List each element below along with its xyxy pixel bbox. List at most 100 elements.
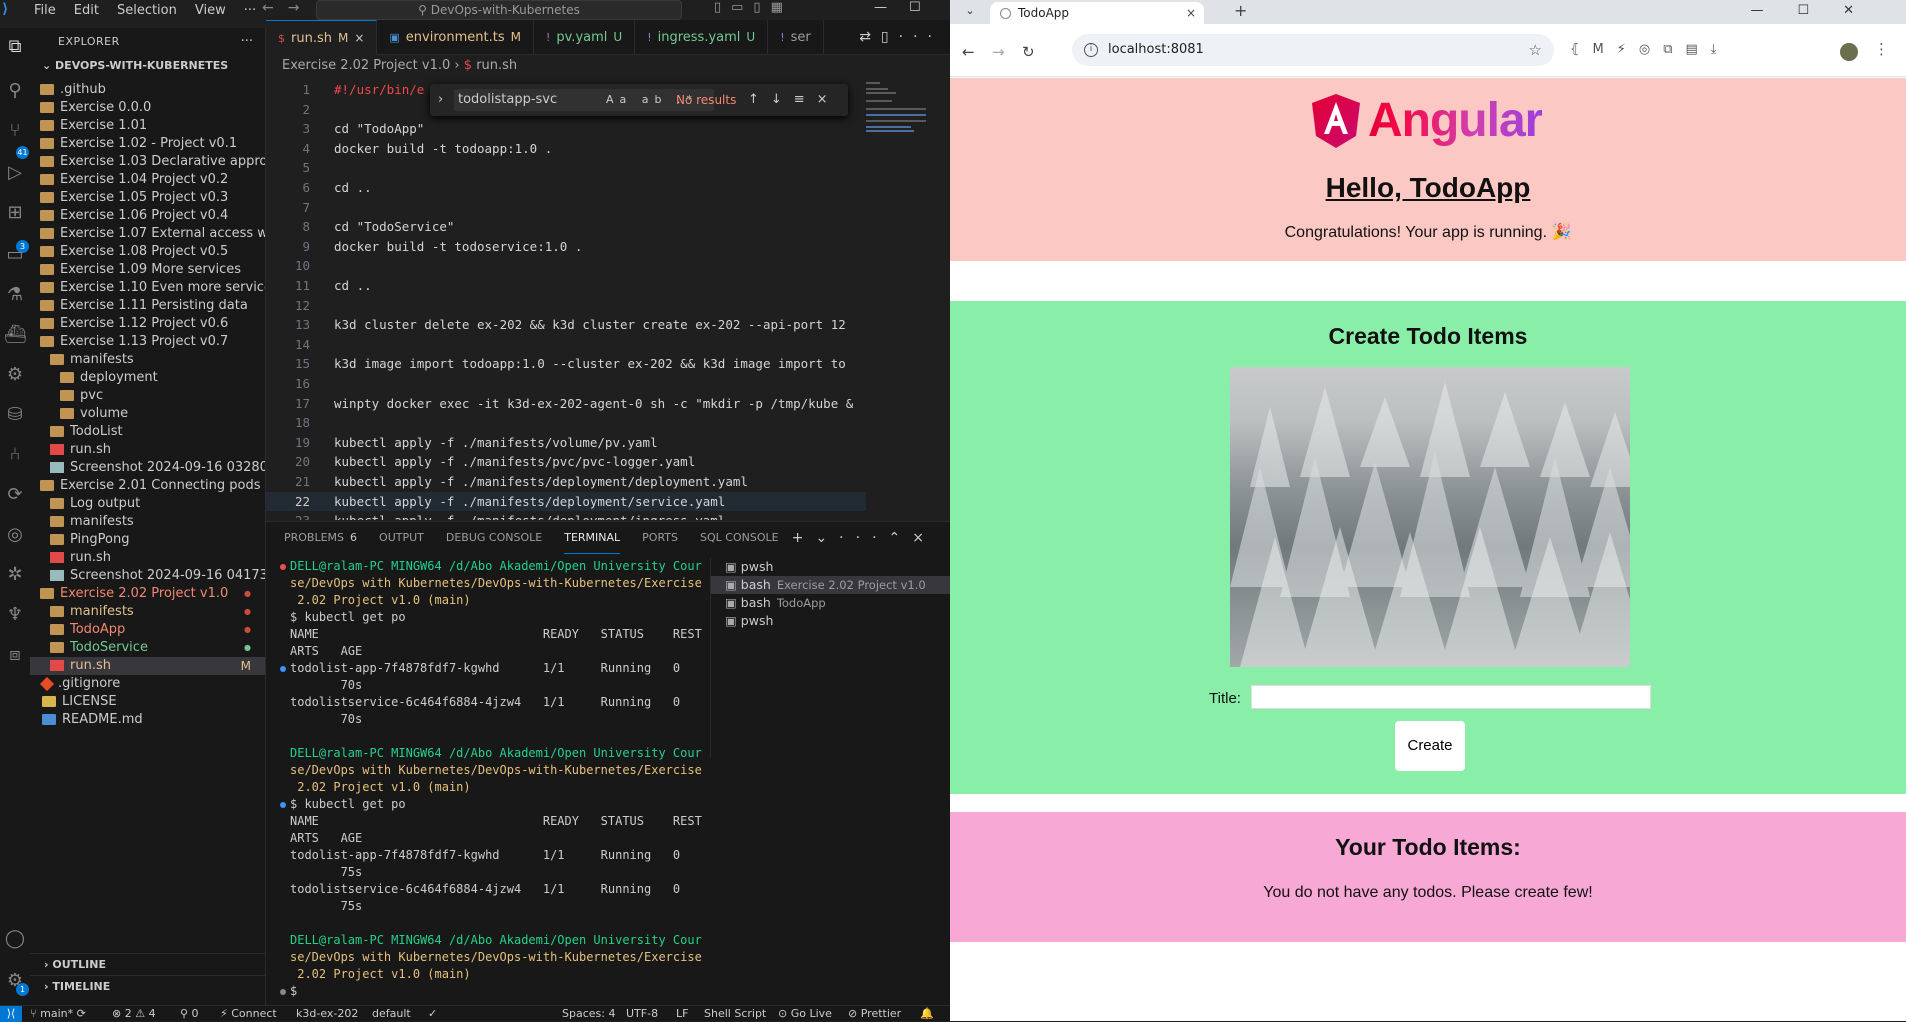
extension-icons[interactable]: ⦃M⚡◎⧉▤⤓ [1570,42,1730,57]
language-indicator[interactable]: Shell Script [704,1006,766,1021]
copilot-icon[interactable]: ◎ [4,524,26,546]
tab-search-icon[interactable]: ⌄ [961,2,979,20]
terminal-instance[interactable]: ▣ bash Exercise 2.02 Project v1.0 [711,576,951,594]
back-arrow-icon[interactable]: ← [962,43,975,61]
editor-tab[interactable]: ▣ environment.ts M [377,20,534,55]
tree-item[interactable]: Exercise 1.09 More services [30,261,265,279]
run-debug-icon[interactable]: ▷ [4,162,26,184]
tree-item[interactable]: TodoService ● [30,639,265,657]
tree-item[interactable]: Exercise 1.04 Project v0.2 [30,171,265,189]
tree-item[interactable]: TodoList [30,423,265,441]
remote-icon[interactable]: ⧈ [4,644,26,666]
new-tab-button[interactable]: + [1234,0,1247,22]
testing-icon[interactable]: ⚗ [4,284,26,306]
tree-item[interactable]: run.sh [30,441,265,459]
layout-toggle-icons[interactable]: ▯▭▯▦ [714,0,793,15]
notifications-bell-icon[interactable]: 🔔 [920,1006,934,1021]
editor-actions[interactable]: ⇄▯··· [859,20,942,55]
command-decoration-dot[interactable] [280,802,286,808]
timeline-section[interactable]: › TIMELINE [30,975,266,997]
tree-item[interactable]: Exercise 1.10 Even more services [30,279,265,297]
explorer-icon[interactable]: ⧉ [4,36,26,58]
tree-item[interactable]: LICENSE [30,693,265,711]
tree-item[interactable]: manifests [30,513,265,531]
command-decoration-dot[interactable] [280,666,286,672]
tree-item[interactable]: Exercise 1.03 Declarative approa... [30,153,265,171]
tree-item[interactable]: Exercise 1.08 Project v0.5 [30,243,265,261]
terminal-instance[interactable]: ▣ pwsh [711,612,951,630]
tree-item[interactable]: Exercise 0.0.0 [30,99,265,117]
tree-item[interactable]: Exercise 1.07 External access wit... [30,225,265,243]
site-info-icon[interactable]: i [1084,43,1098,57]
kubernetes-icon[interactable]: ⚙ [4,364,26,386]
tree-item[interactable]: Log output [30,495,265,513]
tree-item[interactable]: .gitignore [30,675,265,693]
forward-arrow-icon[interactable]: → [992,43,1005,61]
source-control-icon[interactable]: ⑂ [4,120,26,142]
workspace-root[interactable]: ⌄ DEVOPS-WITH-KUBERNETES [30,56,265,76]
window-controls[interactable]: —☐✕ [1750,0,1888,22]
tree-item[interactable]: run.sh [30,549,265,567]
window-controls[interactable]: —☐ [874,0,943,15]
docker-icon[interactable]: ⛴ [4,324,27,346]
profile-avatar[interactable] [1840,43,1858,61]
tree-item[interactable]: volume [30,405,265,423]
tree-item[interactable]: .github [30,81,265,99]
nav-arrows[interactable]: ←→ [262,0,313,16]
tree-item[interactable]: Exercise 1.02 - Project v0.1 [30,135,265,153]
connect-indicator[interactable]: ⚡ Connect [220,1006,277,1021]
find-nav-buttons[interactable]: ↑↓≡× [748,89,840,111]
browser-tab[interactable]: TodoApp × [990,2,1204,24]
namespace-indicator[interactable]: default [372,1006,411,1021]
gitlens-icon[interactable]: ⑃ [4,444,26,466]
menu-item[interactable]: ··· [244,3,256,18]
bookmark-star-icon[interactable]: ☆ [1529,34,1542,66]
menu-item[interactable]: Edit [74,3,99,18]
remote-indicator[interactable]: ⟩⟨ [0,1006,22,1022]
tree-item[interactable]: run.sh M [30,657,265,675]
branch-indicator[interactable]: ⑂ main* ⟳ [30,1006,86,1021]
chrome-menu-icon[interactable]: ⋮ [1874,40,1889,58]
tree-item[interactable]: Exercise 1.05 Project v0.3 [30,189,265,207]
address-bar[interactable]: i localhost:8081 ☆ [1072,34,1554,66]
remote-explorer-icon[interactable]: ▭ [4,244,26,266]
tree-item[interactable]: Exercise 1.12 Project v0.6 [30,315,265,333]
breadcrumb[interactable]: Exercise 2.02 Project v1.0 › $ run.sh [282,56,517,76]
tree-item[interactable]: Exercise 1.06 Project v0.4 [30,207,265,225]
tree-item[interactable]: Exercise 1.13 Project v0.7 [30,333,265,351]
terminal-instance[interactable]: ▣ pwsh [711,558,951,576]
panel-tab[interactable]: OUTPUT [379,522,424,554]
settings-sync-icon[interactable]: ✲ [4,564,26,586]
reload-icon[interactable]: ↻ [1022,43,1035,61]
panel-tab[interactable]: TERMINAL [564,522,621,554]
go-live-indicator[interactable]: ⊙ Go Live [778,1006,832,1021]
create-button[interactable]: Create [1395,721,1465,771]
chevron-right-icon[interactable]: › [438,89,443,111]
tree-item[interactable]: Screenshot 2024-09-16 04173... [30,567,265,585]
eol-indicator[interactable]: LF [676,1006,688,1021]
title-input[interactable] [1251,685,1651,709]
close-tab-icon[interactable]: × [1186,2,1196,24]
tree-item[interactable]: README.md [30,711,265,729]
extensions-icon[interactable]: ⊞ [4,202,26,224]
menu-item[interactable]: File [34,3,56,18]
editor-tab[interactable]: ! ser [768,20,824,55]
tree-item[interactable]: pvc [30,387,265,405]
command-center-search[interactable]: ⚲ DevOps-with-Kubernetes [316,0,682,20]
minimap[interactable] [866,80,936,140]
ports-indicator[interactable]: ⚲ 0 [180,1006,199,1021]
tree-item[interactable]: Exercise 1.01 [30,117,265,135]
editor-tab[interactable]: ! pv.yaml U [534,20,636,55]
panel-tab[interactable]: PORTS [642,522,678,554]
close-tab-icon[interactable]: × [354,31,364,45]
menu-item[interactable]: View [195,3,226,18]
code-editor[interactable]: 1 #!/usr/bin/e 2 3 cd "TodoApp" 4 docker build… [266,80,950,520]
editor-tab[interactable]: $ run.sh M × [266,20,378,55]
panel-actions[interactable]: +⌄···⌃× [792,522,936,554]
search-icon[interactable]: ⚲ [4,80,26,102]
tree-item[interactable]: Exercise 1.11 Persisting data [30,297,265,315]
tree-item[interactable]: Exercise 2.01 Connecting pods [30,477,265,495]
cluster-indicator[interactable]: k3d-ex-202 [296,1006,358,1021]
indentation-indicator[interactable]: Spaces: 4 [562,1006,615,1021]
panel-tab[interactable]: DEBUG CONSOLE [446,522,542,554]
